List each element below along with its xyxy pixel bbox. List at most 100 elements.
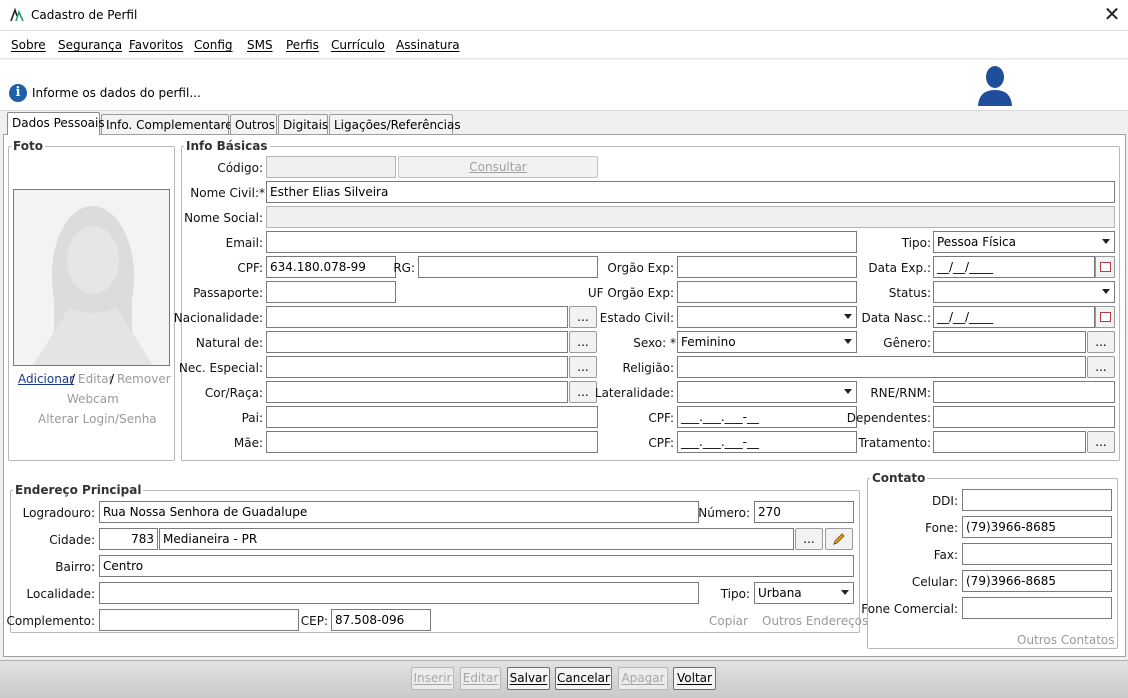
logradouro-field[interactable]: Rua Nossa Senhora de Guadalupe — [99, 501, 699, 523]
fone-field[interactable]: (79)3966-8685 — [962, 516, 1112, 538]
cpf-field[interactable]: 634.180.078-99 — [266, 256, 396, 278]
bairro-field[interactable]: Centro — [99, 555, 854, 577]
genero-field[interactable] — [933, 331, 1086, 353]
chevron-down-icon — [844, 314, 852, 319]
celular-field[interactable]: (79)3966-8685 — [962, 570, 1112, 592]
editar-button[interactable]: Editar — [460, 667, 501, 690]
editar-link[interactable]: Editar — [78, 372, 114, 386]
passaporte-label: Passaporte: — [193, 286, 263, 300]
nome-social-field[interactable] — [266, 206, 1115, 228]
pai-field[interactable] — [266, 406, 598, 428]
alterar-login-link[interactable]: Alterar Login/Senha — [38, 412, 157, 426]
natural-field[interactable] — [266, 331, 568, 353]
mae-field[interactable] — [266, 431, 598, 453]
lateralidade-select[interactable] — [677, 381, 857, 403]
menu-curriculo[interactable]: Currículo — [331, 38, 385, 52]
tab-outros[interactable]: Outros — [230, 114, 277, 134]
uf-orgao-field[interactable] — [677, 281, 857, 303]
inserir-button[interactable]: Inserir — [411, 667, 454, 690]
cancelar-button[interactable]: Cancelar — [555, 667, 612, 690]
estado-civil-select[interactable] — [677, 306, 857, 328]
menu-config[interactable]: Config — [194, 38, 233, 52]
sexo-label: Sexo: * — [633, 336, 676, 350]
outros-enderecos-link[interactable]: Outros Endereços — [762, 614, 868, 628]
complemento-field[interactable] — [99, 609, 299, 631]
natural-lookup-button[interactable]: ... — [569, 331, 597, 353]
genero-lookup-button[interactable]: ... — [1087, 331, 1115, 353]
tipo-label: Tipo: — [901, 236, 931, 250]
chevron-down-icon — [1102, 289, 1110, 294]
tratamento-label: Tratamento: — [858, 436, 931, 450]
salvar-button[interactable]: Salvar — [507, 667, 550, 690]
menu-favoritos[interactable]: Favoritos — [129, 38, 183, 52]
cidade-code-field[interactable]: 783 — [99, 528, 158, 550]
nacionalidade-lookup-button[interactable]: ... — [569, 306, 597, 328]
cep-field[interactable]: 87.508-096 — [331, 609, 431, 631]
nec-especial-field[interactable] — [266, 356, 568, 378]
cpf-mae-field[interactable]: ___.___.___-__ — [677, 431, 857, 453]
tratamento-lookup-button[interactable]: ... — [1087, 431, 1115, 453]
tab-digitais[interactable]: Digitais — [278, 114, 328, 134]
cidade-field[interactable]: Medianeira - PR — [159, 528, 794, 550]
localidade-field[interactable] — [99, 582, 699, 604]
menu-assinatura[interactable]: Assinatura — [396, 38, 460, 52]
dependentes-field[interactable] — [933, 406, 1115, 428]
religiao-field[interactable] — [677, 356, 1086, 378]
webcam-link[interactable]: Webcam — [67, 392, 119, 406]
menu-sms[interactable]: SMS — [247, 38, 273, 52]
status-select[interactable] — [933, 281, 1115, 303]
nome-civil-field[interactable]: Esther Elias Silveira — [266, 181, 1115, 203]
ddi-field[interactable] — [962, 489, 1112, 511]
celular-label: Celular: — [911, 575, 958, 589]
copiar-link[interactable]: Copiar — [709, 614, 748, 628]
cor-raca-lookup-button[interactable]: ... — [569, 381, 597, 403]
window-title: Cadastro de Perfil — [31, 8, 138, 22]
fone-comercial-field[interactable] — [962, 597, 1112, 619]
menu-seguranca[interactable]: Segurança — [58, 38, 122, 52]
nec-especial-lookup-button[interactable]: ... — [569, 356, 597, 378]
numero-field[interactable]: 270 — [754, 501, 854, 523]
orgao-exp-field[interactable] — [677, 256, 857, 278]
nacionalidade-field[interactable] — [266, 306, 568, 328]
calendar-icon[interactable] — [1095, 306, 1115, 328]
outros-contatos-link[interactable]: Outros Contatos — [1017, 633, 1115, 647]
religiao-lookup-button[interactable]: ... — [1087, 356, 1115, 378]
cpf-label: CPF: — [237, 261, 263, 275]
passaporte-field[interactable] — [266, 281, 396, 303]
menu-sobre[interactable]: Sobre — [11, 38, 46, 52]
tab-dados-pessoais[interactable]: Dados Pessoais — [7, 112, 105, 135]
data-exp-field[interactable]: __/__/____ — [933, 256, 1095, 278]
consultar-button[interactable]: Consultar — [398, 156, 598, 178]
chevron-down-icon — [841, 590, 849, 595]
data-nasc-field[interactable]: __/__/____ — [933, 306, 1095, 328]
email-field[interactable] — [266, 231, 857, 253]
sexo-select[interactable]: Feminino — [677, 331, 857, 353]
codigo-field[interactable] — [266, 156, 396, 178]
data-exp-label: Data Exp.: — [868, 261, 931, 275]
cidade-lookup-button[interactable]: ... — [795, 528, 823, 550]
rne-field[interactable] — [933, 381, 1115, 403]
calendar-icon[interactable] — [1095, 256, 1115, 278]
status-label: Status: — [888, 286, 931, 300]
adicionar-link[interactable]: Adicionar — [18, 372, 74, 386]
mae-label: Mãe: — [233, 436, 263, 450]
menu-perfis[interactable]: Perfis — [286, 38, 319, 52]
tab-ligacoes-referencias[interactable]: Ligações/Referências — [329, 114, 461, 134]
tratamento-field[interactable] — [933, 431, 1086, 453]
cpf-mae-label: CPF: — [648, 436, 674, 450]
rg-field[interactable] — [418, 256, 598, 278]
estado-civil-label: Estado Civil: — [599, 311, 674, 325]
cpf-pai-field[interactable]: ___.___.___-__ — [677, 406, 857, 428]
chevron-down-icon — [1102, 239, 1110, 244]
apagar-button[interactable]: Apagar — [618, 667, 668, 690]
tab-info-complementares[interactable]: Info. Complementares — [101, 114, 239, 134]
tipo-select[interactable]: Pessoa Física — [933, 231, 1115, 253]
endereco-tipo-select[interactable]: Urbana — [754, 582, 854, 604]
fone-comercial-label: Fone Comercial: — [861, 602, 958, 616]
voltar-button[interactable]: Voltar — [673, 667, 716, 690]
edit-pencil-icon[interactable] — [825, 528, 853, 550]
cor-raca-field[interactable] — [266, 381, 568, 403]
close-icon[interactable]: ✕ — [1100, 4, 1124, 26]
fax-field[interactable] — [962, 543, 1112, 565]
remover-link[interactable]: Remover — [117, 372, 171, 386]
